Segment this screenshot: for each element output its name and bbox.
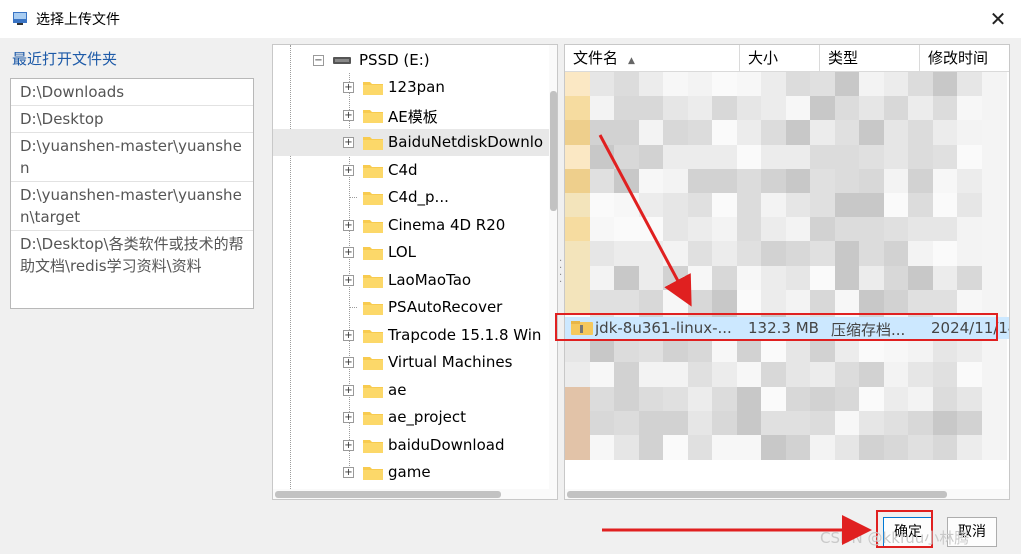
arrow-to-file-icon bbox=[598, 134, 692, 307]
arrow-annotations bbox=[598, 134, 872, 545]
upload-dialog: 选择上传文件 ✕ 最近打开文件夹 D:\Downloads D:\Desktop… bbox=[0, 0, 1021, 554]
